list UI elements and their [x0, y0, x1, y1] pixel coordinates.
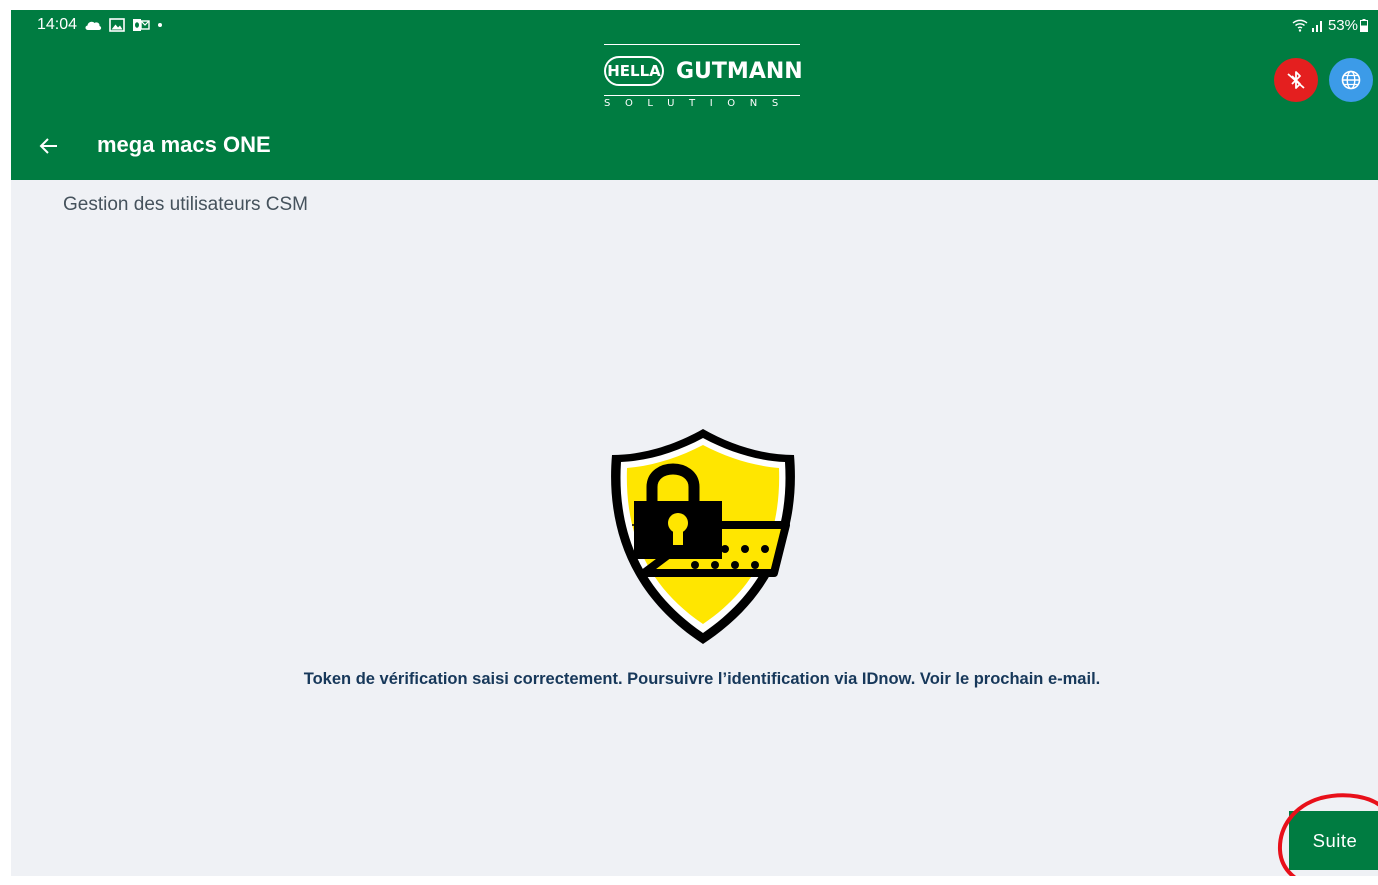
outlook-icon: [132, 18, 150, 32]
security-shield-lock-icon: [611, 429, 795, 644]
app-header: 14:04 53% HELLA GUTMANN SOLUTIONS mega m…: [11, 10, 1378, 180]
status-bar-left: 14:04: [37, 14, 163, 36]
gutmann-wordmark: GUTMANN: [676, 58, 803, 84]
language-button[interactable]: [1329, 58, 1373, 102]
annotation-circle: [1277, 793, 1378, 876]
cloud-icon: [84, 19, 102, 31]
signal-icon: [1311, 19, 1324, 32]
wifi-icon: [1292, 19, 1308, 32]
battery-icon: [1360, 18, 1368, 32]
app-title: mega macs ONE: [97, 132, 271, 157]
status-bar-right: 53%: [1292, 14, 1372, 36]
solutions-tagline: SOLUTIONS: [604, 98, 793, 109]
logo-bottom-rule: [604, 95, 800, 96]
bluetooth-button[interactable]: [1274, 58, 1318, 102]
gallery-icon: [109, 18, 125, 32]
verification-message: Token de vérification saisi correctement…: [303, 670, 1101, 688]
section-title: Gestion des utilisateurs CSM: [63, 194, 308, 215]
app-screen: 14:04 53% HELLA GUTMANN SOLUTIONS mega m…: [11, 10, 1378, 876]
back-button[interactable]: [37, 134, 61, 158]
hella-badge: HELLA: [604, 56, 664, 86]
hella-gutmann-logo: HELLA GUTMANN SOLUTIONS: [601, 44, 813, 118]
globe-icon: [1341, 70, 1361, 90]
dot-icon: [157, 22, 163, 28]
bluetooth-disabled-icon: [1287, 71, 1305, 89]
logo-top-rule: [604, 44, 800, 45]
status-time: 14:04: [37, 16, 78, 33]
logo-brand-row: HELLA GUTMANN: [604, 56, 803, 86]
back-arrow-icon: [39, 138, 57, 154]
battery-level: 53%: [1327, 16, 1358, 34]
